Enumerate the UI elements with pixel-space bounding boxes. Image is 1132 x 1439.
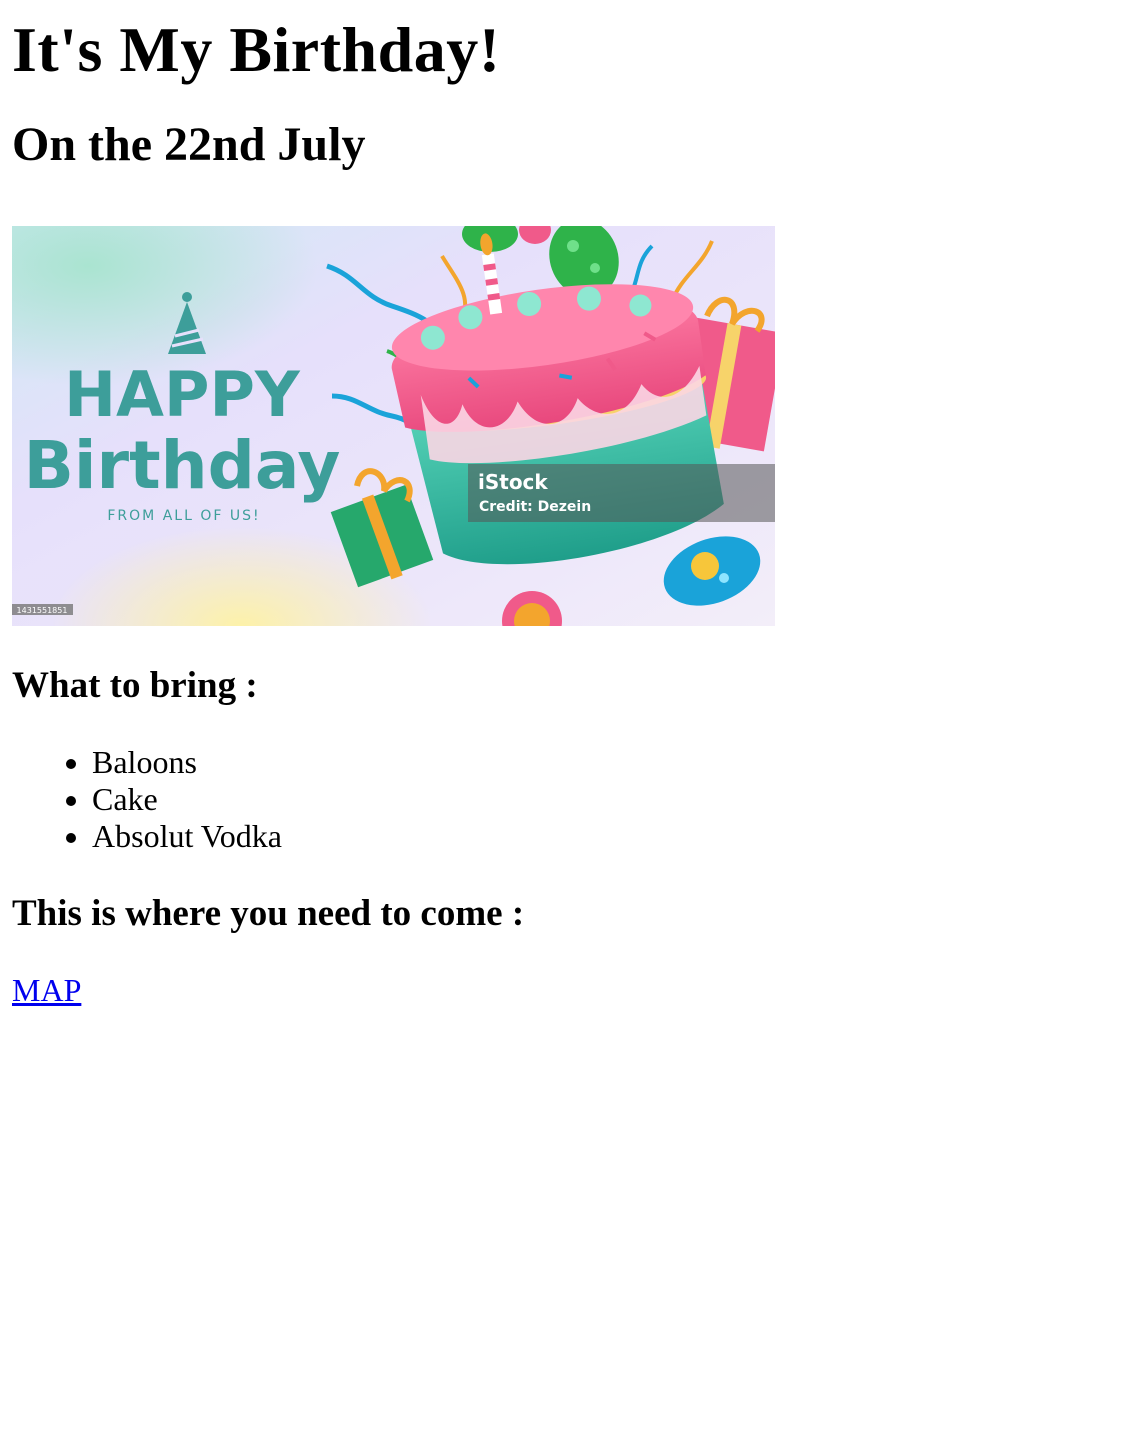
birthday-banner-image: HAPPY Birthday FROM ALL OF US! iStock Cr… <box>12 226 775 626</box>
watermark-brand: iStock <box>478 470 548 494</box>
location-heading: This is where you need to come : <box>12 893 525 934</box>
page-subtitle: On the 22nd July <box>12 118 366 171</box>
watermark-credit: Credit: Dezein <box>479 499 591 515</box>
list-item: Cake <box>92 781 282 818</box>
banner-greeting-line1: HAPPY <box>64 358 301 431</box>
page-title: It's My Birthday! <box>12 14 501 85</box>
bring-list: Baloons Cake Absolut Vodka <box>12 744 282 855</box>
list-item: Absolut Vodka <box>92 818 282 855</box>
stock-id: 1431551851 <box>17 606 68 615</box>
what-to-bring-heading: What to bring : <box>12 665 258 706</box>
birthday-illustration: HAPPY Birthday FROM ALL OF US! iStock Cr… <box>12 226 775 626</box>
banner-greeting-line2: Birthday <box>24 427 341 504</box>
banner-tagline: FROM ALL OF US! <box>107 508 260 524</box>
map-link[interactable]: MAP <box>12 970 81 1010</box>
list-item: Baloons <box>92 744 282 781</box>
page: It's My Birthday! On the 22nd July <box>0 0 1132 174</box>
